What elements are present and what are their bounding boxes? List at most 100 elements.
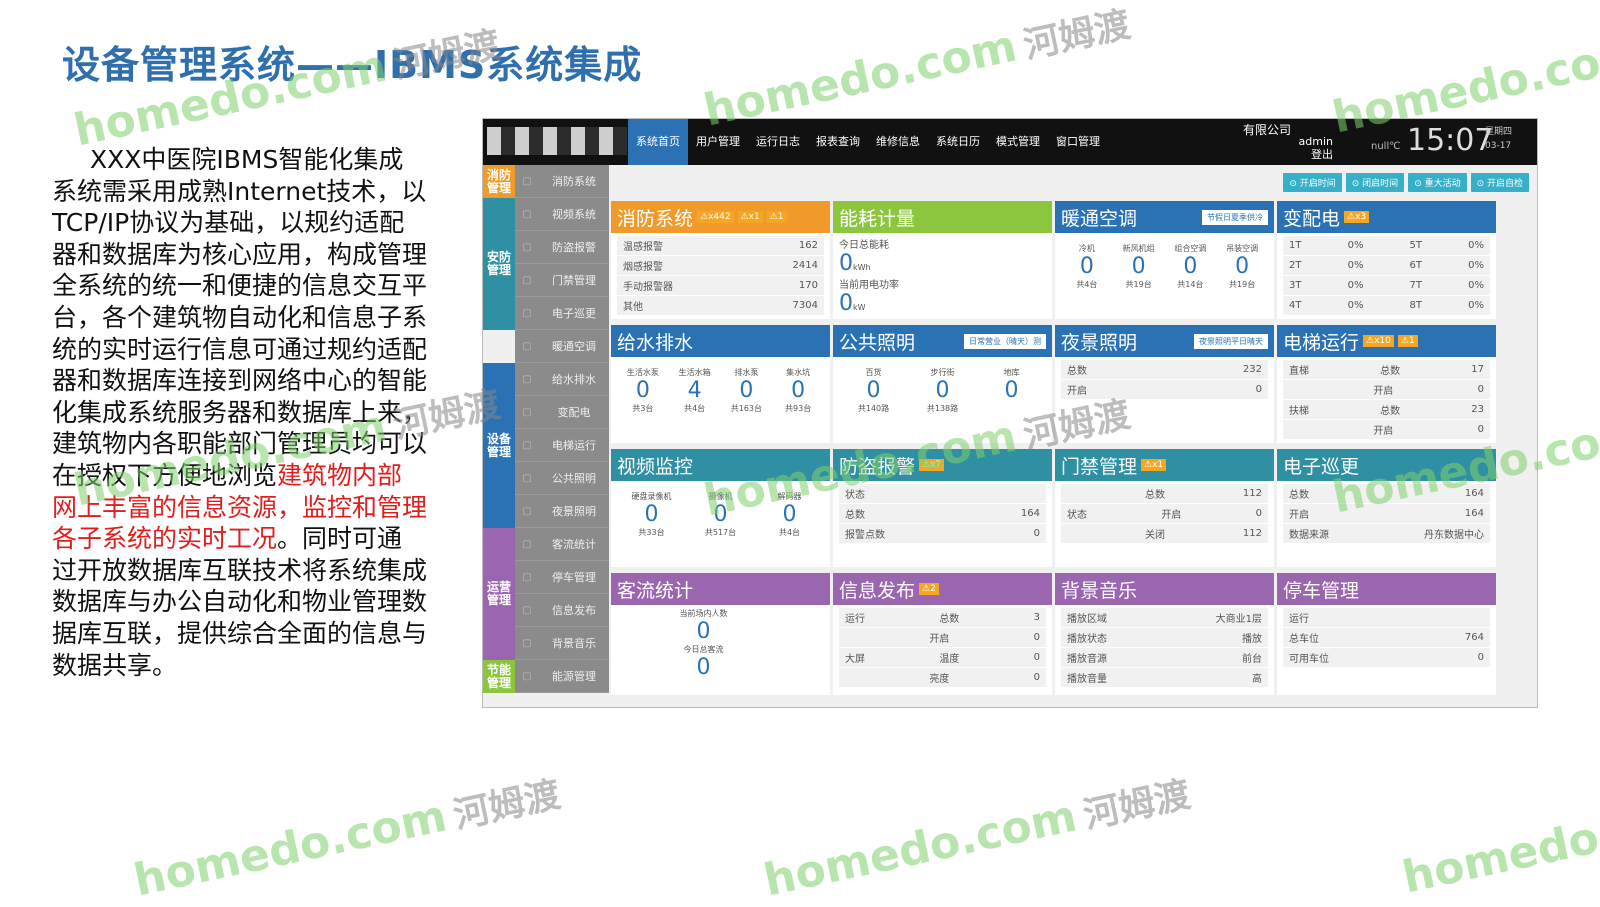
cell: 开启 [1373, 386, 1394, 397]
panel-header[interactable]: 公共照明 日常营业（晴天）测 [833, 325, 1052, 357]
nav-item[interactable]: 系统首页 [628, 119, 688, 165]
data-row: 4T 0% 8T 0% [1283, 296, 1490, 315]
mode-tag[interactable]: 夜景照明平日晴天 [1194, 334, 1268, 349]
sidebar-item[interactable]: ▢ 夜景照明 [515, 495, 609, 528]
stat-label: 步行街 [930, 368, 955, 377]
sidebar-item[interactable]: ▢ 电梯运行 [515, 429, 609, 462]
cell: 状态 [1067, 510, 1087, 521]
panel-title: 门禁管理 [1061, 455, 1138, 478]
data-row: 总数 232 [1061, 360, 1268, 379]
nav-item[interactable]: 用户管理 [688, 119, 748, 165]
nav-item[interactable]: 维修信息 [868, 119, 928, 165]
sidebar-item-label: 能源管理 [552, 670, 596, 683]
panel-header[interactable]: 暖通空调 节假日夏季供冷 [1055, 201, 1274, 233]
nav-item[interactable]: 系统日历 [928, 119, 988, 165]
panel-body: 当前场内人数 0 今日总客流 0 [611, 605, 830, 683]
alarm-badge: ⚠x3 [1344, 211, 1370, 223]
cell: 0% [1468, 280, 1484, 291]
stat-value: 0 [644, 502, 659, 527]
sidebar-item[interactable]: ▢ 视频系统 [515, 198, 609, 231]
toolbar-button[interactable]: ⊙ 开启自检 [1470, 173, 1529, 192]
sidebar-item[interactable]: ▢ 停车管理 [515, 561, 609, 594]
panel-header[interactable]: 能耗计量 [833, 201, 1052, 233]
alarm-badge: ⚠x10 [1363, 335, 1394, 347]
data-row: 运行 总数 3 [839, 608, 1046, 627]
cell: 开启 [1289, 510, 1309, 521]
cell: 亮度 [929, 674, 950, 685]
stat-value: 0 [935, 378, 950, 403]
sidebar-item[interactable]: ▢ 公共照明 [515, 462, 609, 495]
cell: 总数 [1144, 490, 1165, 501]
sidebar-item[interactable]: ▢ 消防系统 [515, 165, 609, 198]
cell: 0% [1468, 260, 1484, 271]
panel-body: 冷机 0 共4台 新风机组 0 共19台 组合空调 0 共14台 吊装空调 0 共19台 [1055, 233, 1274, 293]
sidebar-item[interactable]: ▢ 能源管理 [515, 660, 609, 693]
panel-header[interactable]: 电子巡更 [1277, 449, 1496, 481]
cell: 报警点数 [845, 530, 885, 541]
sidebar-item[interactable]: ▢ 客流统计 [515, 528, 609, 561]
cell: 7304 [792, 300, 818, 311]
toolbar-button[interactable]: ⊙ 重大活动 [1408, 173, 1467, 192]
stat-total: 共33台 [638, 528, 665, 537]
cell: 运行 [845, 614, 865, 625]
sidebar-item[interactable]: ▢ 门禁管理 [515, 264, 609, 297]
panel-body: 运行 总数 3 开启 0 大屏 温度 0 亮度 0 [833, 605, 1052, 691]
stat-col: 组合空调 0 共14台 [1165, 243, 1217, 290]
access-panel: 门禁管理 ⚠x1 总数 112 状态 开启 0 关闭 112 [1055, 449, 1274, 567]
sidebar-item[interactable]: ▢ 防盗报警 [515, 231, 609, 264]
panel-header[interactable]: 消防系统 ⚠x442 ⚠x1 ⚠1 [611, 201, 830, 233]
menu-icon: ▢ [522, 571, 532, 583]
sidebar-item[interactable]: ▢ 暖通空调 [515, 330, 609, 363]
nav-item[interactable]: 窗口管理 [1048, 119, 1108, 165]
logout-link[interactable]: 登出 [1283, 148, 1333, 161]
cell: 状态 [845, 490, 865, 501]
mode-tag[interactable]: 日常营业（晴天）测 [964, 334, 1046, 349]
data-row: 扶梯 总数 23 [1283, 400, 1490, 419]
panel-header[interactable]: 客流统计 [611, 573, 830, 605]
cell: 0% [1347, 260, 1364, 271]
sidebar-item-label: 防盗报警 [552, 241, 596, 254]
cell: 总数 [1380, 406, 1401, 417]
stat-col: 硬盘录像机 0 共33台 [617, 491, 686, 538]
nav-item[interactable]: 模式管理 [988, 119, 1048, 165]
sidebar-item-label: 客流统计 [552, 538, 596, 551]
panel-header[interactable]: 门禁管理 ⚠x1 [1055, 449, 1274, 481]
cell: 温感报警 [623, 242, 663, 253]
sidebar-group: 安防管理 [483, 198, 515, 330]
cell: 播放区域 [1067, 614, 1107, 625]
sidebar-item[interactable]: ▢ 变配电 [515, 396, 609, 429]
panel-title: 防盗报警 [839, 455, 916, 478]
toolbar-button[interactable]: ⊙ 闭启时间 [1345, 173, 1405, 192]
panel-title: 电子巡更 [1283, 455, 1360, 478]
panel-header[interactable]: 背景音乐 [1055, 573, 1274, 605]
today-label: 今日总客流 [683, 645, 724, 654]
power-label: 当前用电功率 [839, 280, 899, 291]
nav-item[interactable]: 运行日志 [748, 119, 808, 165]
panel-header[interactable]: 给水排水 [611, 325, 830, 357]
toolbar-button[interactable]: ⊙ 开启时间 [1283, 173, 1342, 192]
mode-tag[interactable]: 节假日夏季供冷 [1202, 210, 1268, 225]
menu-icon: ▢ [522, 208, 532, 220]
panel-header[interactable]: 信息发布 ⚠2 [833, 573, 1052, 605]
nav-item[interactable]: 报表查询 [808, 119, 868, 165]
cell: 0% [1468, 300, 1484, 311]
panel-body: 温感报警 162 烟感报警 2414 手动报警器 170 其他 7304 [611, 233, 830, 319]
sidebar-item[interactable]: ▢ 背景音乐 [515, 627, 609, 660]
sidebar-item[interactable]: ▢ 信息发布 [515, 594, 609, 627]
data-row: 总数 164 [1283, 484, 1490, 503]
panel-header[interactable]: 夜景照明 夜景照明平日晴天 [1055, 325, 1274, 357]
panel-header[interactable]: 防盗报警 ⚠x7 [833, 449, 1052, 481]
water-panel: 给水排水 生活水泵 0 共3台 生活水箱 4 共4台 排水泵 0 共163台 集水坑 0 共93台 [611, 325, 830, 443]
panel-header[interactable]: 停车管理 [1277, 573, 1496, 605]
sidebar-item-label: 停车管理 [552, 571, 596, 584]
panel-header[interactable]: 视频监控 [611, 449, 830, 481]
cell: 播放音量 [1067, 674, 1107, 685]
panel-header[interactable]: 电梯运行 ⚠x10 ⚠1 [1277, 325, 1496, 357]
stat-label: 生活水箱 [678, 368, 711, 377]
sidebar-item[interactable]: ▢ 给水排水 [515, 363, 609, 396]
data-row: 总数 164 [839, 504, 1046, 523]
stat-total: 共14台 [1177, 280, 1204, 289]
sidebar-item[interactable]: ▢ 电子巡更 [515, 297, 609, 330]
panel-header[interactable]: 变配电 ⚠x3 [1277, 201, 1496, 233]
panel-body: 状态 总数 164 报警点数 0 [833, 481, 1052, 547]
